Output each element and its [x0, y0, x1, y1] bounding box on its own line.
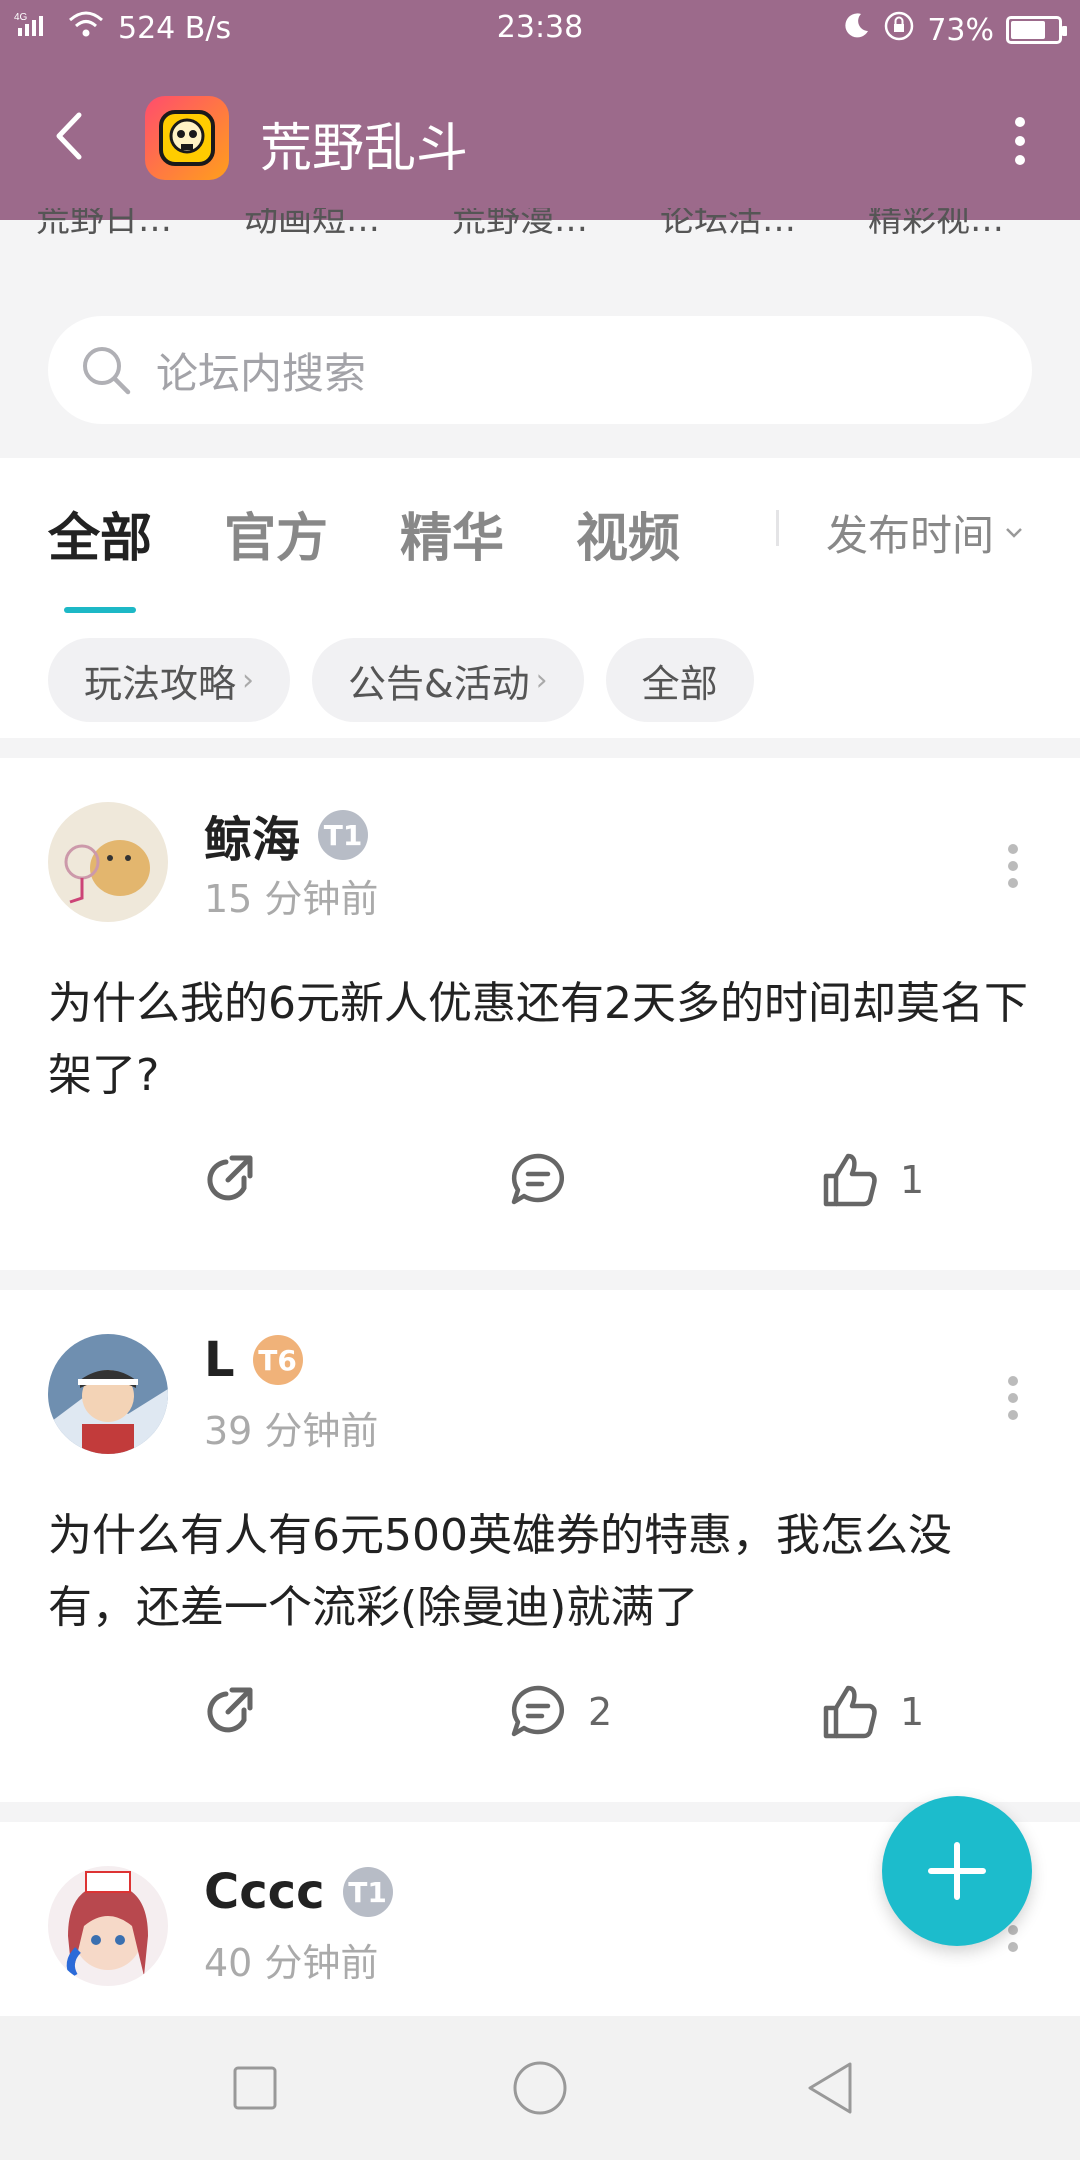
like-button[interactable]: 1	[820, 1682, 924, 1742]
forum-top-panel: 荒野日… 动画短… 荒野漫… 论坛活… 精彩视… 论坛内搜索	[0, 208, 1080, 460]
avatar[interactable]	[48, 1334, 168, 1454]
search-placeholder: 论坛内搜索	[156, 348, 367, 398]
post-text[interactable]: 为什么有人有6元500英雄券的特惠，我怎么没有，还差一个流彩(除曼迪)就满了	[48, 1500, 1028, 1644]
tab-featured[interactable]: 精华	[400, 496, 504, 571]
shortcut-item[interactable]: 荒野漫…	[416, 208, 624, 240]
post-text[interactable]: 为什么我的6元新人优惠还有2天多的时间却莫名下架了?	[48, 968, 1028, 1112]
tab-divider	[776, 510, 779, 546]
chip-announcements[interactable]: 公告&活动 ›	[312, 638, 584, 722]
level-badge: T1	[318, 810, 369, 860]
new-post-button[interactable]	[882, 1796, 1032, 1946]
chip-label: 全部	[641, 661, 718, 706]
post-card[interactable]: 鲸海 T1 15 分钟前 为什么我的6元新人优惠还有2天多的时间却莫名下架了? …	[0, 758, 1080, 1270]
thumbs-up-icon	[823, 1685, 877, 1739]
battery-percent: 73%	[927, 12, 994, 48]
post-actions: 2 1	[0, 1682, 1080, 1772]
like-count: 1	[900, 1690, 925, 1734]
battery-icon	[1006, 16, 1067, 44]
comment-button[interactable]: 2	[508, 1682, 612, 1742]
sort-label: 发布时间	[826, 511, 995, 560]
system-nav-bar	[0, 2016, 1080, 2160]
shortcut-item[interactable]: 动画短…	[208, 208, 416, 240]
avatar[interactable]	[48, 1866, 168, 1986]
like-count: 1	[900, 1158, 925, 1202]
tab-bar: 全部 官方 精华 视频	[48, 496, 680, 613]
search-icon	[83, 347, 131, 395]
back-arrow-icon	[56, 112, 82, 160]
back-button[interactable]	[38, 106, 98, 166]
chip-all[interactable]: 全部	[605, 638, 754, 722]
page-title: 荒野乱斗	[260, 119, 469, 179]
thumbs-up-icon	[823, 1153, 877, 1207]
circle-icon	[513, 2061, 567, 2115]
sort-dropdown[interactable]: 发布时间	[826, 502, 1024, 563]
tab-video[interactable]: 视频	[576, 496, 680, 571]
post-time: 40 分钟前	[204, 1941, 379, 1985]
chevron-right-icon: ›	[535, 662, 548, 698]
chevron-down-icon	[1006, 527, 1022, 538]
square-icon	[233, 2066, 277, 2110]
like-button[interactable]: 1	[820, 1150, 924, 1210]
moon-icon	[841, 11, 871, 49]
search-input[interactable]: 论坛内搜索	[48, 316, 1032, 424]
chip-label: 玩法攻略	[84, 661, 237, 706]
brawl-stars-skull-icon[interactable]	[145, 96, 229, 180]
post-card[interactable]: L T6 39 分钟前 为什么有人有6元500英雄券的特惠，我怎么没有，还差一个…	[0, 1290, 1080, 1802]
share-button[interactable]	[198, 1682, 258, 1742]
battery-fill	[1011, 21, 1045, 39]
share-icon	[207, 1155, 253, 1201]
comment-count: 2	[588, 1690, 613, 1734]
chevron-right-icon: ›	[242, 662, 255, 698]
level-badge: T6	[252, 1335, 303, 1385]
rotation-lock-icon	[883, 10, 915, 50]
post-author[interactable]: Cccc T1	[204, 1864, 393, 1920]
triangle-back-icon	[808, 2062, 852, 2114]
author-name: 鲸海	[204, 812, 301, 868]
shortcut-item[interactable]: 荒野日…	[0, 208, 208, 240]
post-author[interactable]: 鲸海 T1	[204, 800, 369, 870]
filter-bar: 全部 官方 精华 视频 发布时间 玩法攻略 › 公告&活动 › 全部	[0, 458, 1080, 738]
tab-official[interactable]: 官方	[224, 496, 328, 571]
back-nav-button[interactable]	[800, 2058, 860, 2118]
post-menu-button[interactable]	[1008, 844, 1020, 888]
status-bar: 4G 524 B/s 23:38 73%	[0, 0, 1080, 56]
level-badge: T1	[342, 1867, 393, 1917]
share-button[interactable]	[198, 1150, 258, 1210]
author-name: Cccc	[204, 1864, 325, 1920]
shortcut-row: 荒野日… 动画短… 荒野漫… 论坛活… 精彩视…	[0, 208, 1080, 248]
chip-guides[interactable]: 玩法攻略 ›	[48, 638, 291, 722]
post-time: 15 分钟前	[204, 877, 379, 921]
comment-button[interactable]	[508, 1150, 588, 1210]
post-menu-button[interactable]	[1008, 1376, 1020, 1420]
share-icon	[207, 1687, 253, 1733]
post-time: 39 分钟前	[204, 1409, 379, 1453]
shortcut-item[interactable]: 论坛活…	[624, 208, 832, 240]
recent-apps-button[interactable]	[225, 2058, 285, 2118]
category-chips: 玩法攻略 › 公告&活动 › 全部	[48, 638, 754, 722]
avatar[interactable]	[48, 802, 168, 922]
more-options-button[interactable]	[1000, 111, 1040, 171]
app-header: 荒野乱斗	[0, 56, 1080, 220]
shortcut-item[interactable]: 精彩视…	[832, 208, 1040, 240]
comment-icon	[511, 1153, 564, 1205]
plus-icon	[928, 1842, 986, 1900]
post-author[interactable]: L T6	[204, 1332, 303, 1388]
author-name: L	[204, 1332, 235, 1388]
comment-icon	[511, 1685, 564, 1737]
home-button[interactable]	[510, 2058, 570, 2118]
post-actions: 1	[0, 1150, 1080, 1240]
chip-label: 公告&活动	[348, 661, 530, 706]
tab-all[interactable]: 全部	[48, 496, 152, 613]
